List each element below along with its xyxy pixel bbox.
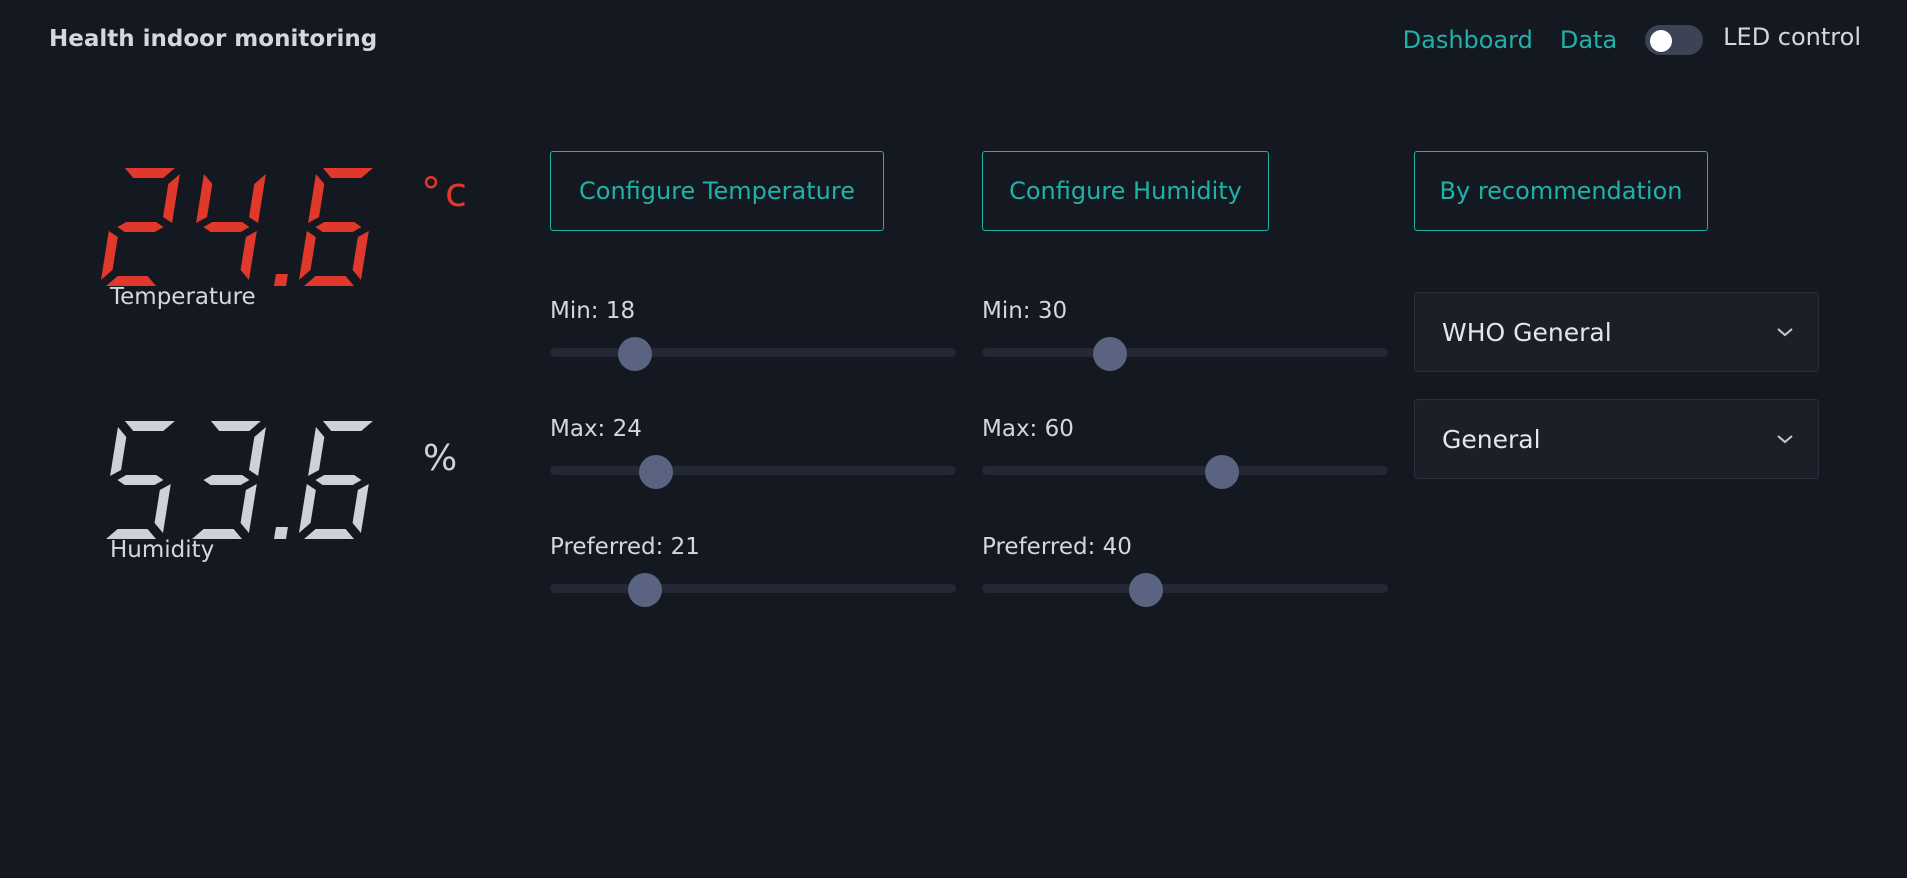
temperature-segment (308, 174, 325, 223)
humidity-segment (352, 484, 369, 533)
slider-thumb[interactable] (1092, 337, 1127, 371)
temperature-label: Temperature (110, 284, 256, 310)
temperature-min-label: Min: 18 (550, 298, 636, 324)
humidity-segment (240, 484, 257, 533)
humidity-segment (110, 427, 127, 476)
temperature-preferred-label: Preferred: 21 (550, 534, 700, 560)
slider-track[interactable] (982, 348, 1388, 357)
humidity-digit (191, 421, 266, 539)
temperature-decimal-point (273, 274, 288, 286)
temperature-segment (100, 231, 118, 280)
humidity-digit (105, 421, 175, 539)
temperature-segment (117, 222, 164, 232)
temperature-segment (196, 174, 213, 223)
humidity-unit: % (423, 438, 458, 479)
temperature-max-label: Max: 24 (550, 416, 642, 442)
humidity-segment (249, 427, 266, 476)
chevron-down-icon (1777, 328, 1793, 337)
temperature-segment (298, 231, 316, 280)
humidity-max-label: Max: 60 (982, 416, 1074, 442)
slider-track[interactable] (982, 584, 1388, 593)
humidity-segment (303, 529, 354, 539)
humidity-display (100, 421, 404, 543)
temperature-segment (249, 174, 266, 223)
humidity-digits (105, 421, 373, 539)
slider-thumb[interactable] (1129, 573, 1164, 607)
led-toggle[interactable] (1645, 25, 1704, 55)
temperature-segment (322, 168, 373, 178)
slider-thumb[interactable] (638, 455, 673, 489)
humidity-segment (298, 484, 316, 533)
recommendation-profile-value: General (1442, 424, 1541, 454)
humidity-segment (210, 421, 261, 431)
humidity-segment (154, 484, 171, 533)
slider-track[interactable] (550, 348, 956, 357)
temperature-segment (352, 231, 369, 280)
temperature-digit (100, 168, 180, 286)
humidity-segment (124, 421, 175, 431)
slider-track[interactable] (982, 466, 1388, 475)
humidity-min-label: Min: 30 (982, 298, 1068, 324)
temperature-min-slider: Min: 18 (550, 298, 956, 371)
humidity-max-slider: Max: 60 (982, 416, 1388, 489)
temperature-segment (124, 168, 175, 178)
humidity-min-slider: Min: 30 (982, 298, 1388, 371)
humidity-decimal-point (273, 527, 288, 539)
recommendation-source-value: WHO General (1442, 317, 1612, 347)
nav-data-link[interactable]: Data (1560, 26, 1617, 54)
recommendation-profile-select[interactable]: General (1414, 399, 1819, 479)
recommendation-source-select[interactable]: WHO General (1414, 292, 1819, 372)
slider-thumb[interactable] (628, 573, 663, 607)
app-title: Health indoor monitoring (49, 26, 378, 52)
humidity-digit (298, 421, 373, 539)
temperature-display (100, 168, 404, 290)
temperature-digit (196, 174, 266, 280)
top-nav: Dashboard Data LED control (1403, 22, 1861, 58)
slider-track[interactable] (550, 584, 956, 593)
temperature-segment (163, 174, 180, 223)
temperature-digits (100, 168, 373, 286)
temperature-segment (203, 222, 250, 232)
led-control-label: LED control (1723, 23, 1861, 51)
humidity-segment (117, 475, 164, 485)
chevron-down-icon (1777, 435, 1793, 444)
configure-temperature-button[interactable]: Configure Temperature (550, 151, 884, 231)
temperature-max-slider: Max: 24 (550, 416, 956, 489)
humidity-label: Humidity (110, 537, 215, 563)
temperature-segment (303, 276, 354, 286)
temperature-digit (298, 168, 373, 286)
humidity-segment (203, 475, 250, 485)
configure-humidity-button[interactable]: Configure Humidity (982, 151, 1269, 231)
slider-thumb[interactable] (1204, 455, 1239, 489)
slider-track[interactable] (550, 466, 956, 475)
humidity-preferred-label: Preferred: 40 (982, 534, 1132, 560)
humidity-preferred-slider: Preferred: 40 (982, 534, 1388, 607)
led-toggle-knob (1650, 30, 1673, 52)
humidity-segment (308, 427, 325, 476)
temperature-preferred-slider: Preferred: 21 (550, 534, 956, 607)
by-recommendation-button[interactable]: By recommendation (1414, 151, 1708, 231)
nav-dashboard-link[interactable]: Dashboard (1403, 26, 1533, 54)
temperature-unit: °c (421, 170, 471, 216)
temperature-segment (315, 222, 362, 232)
temperature-segment (240, 231, 257, 280)
humidity-segment (322, 421, 373, 431)
humidity-segment (315, 475, 362, 485)
slider-thumb[interactable] (618, 337, 653, 371)
